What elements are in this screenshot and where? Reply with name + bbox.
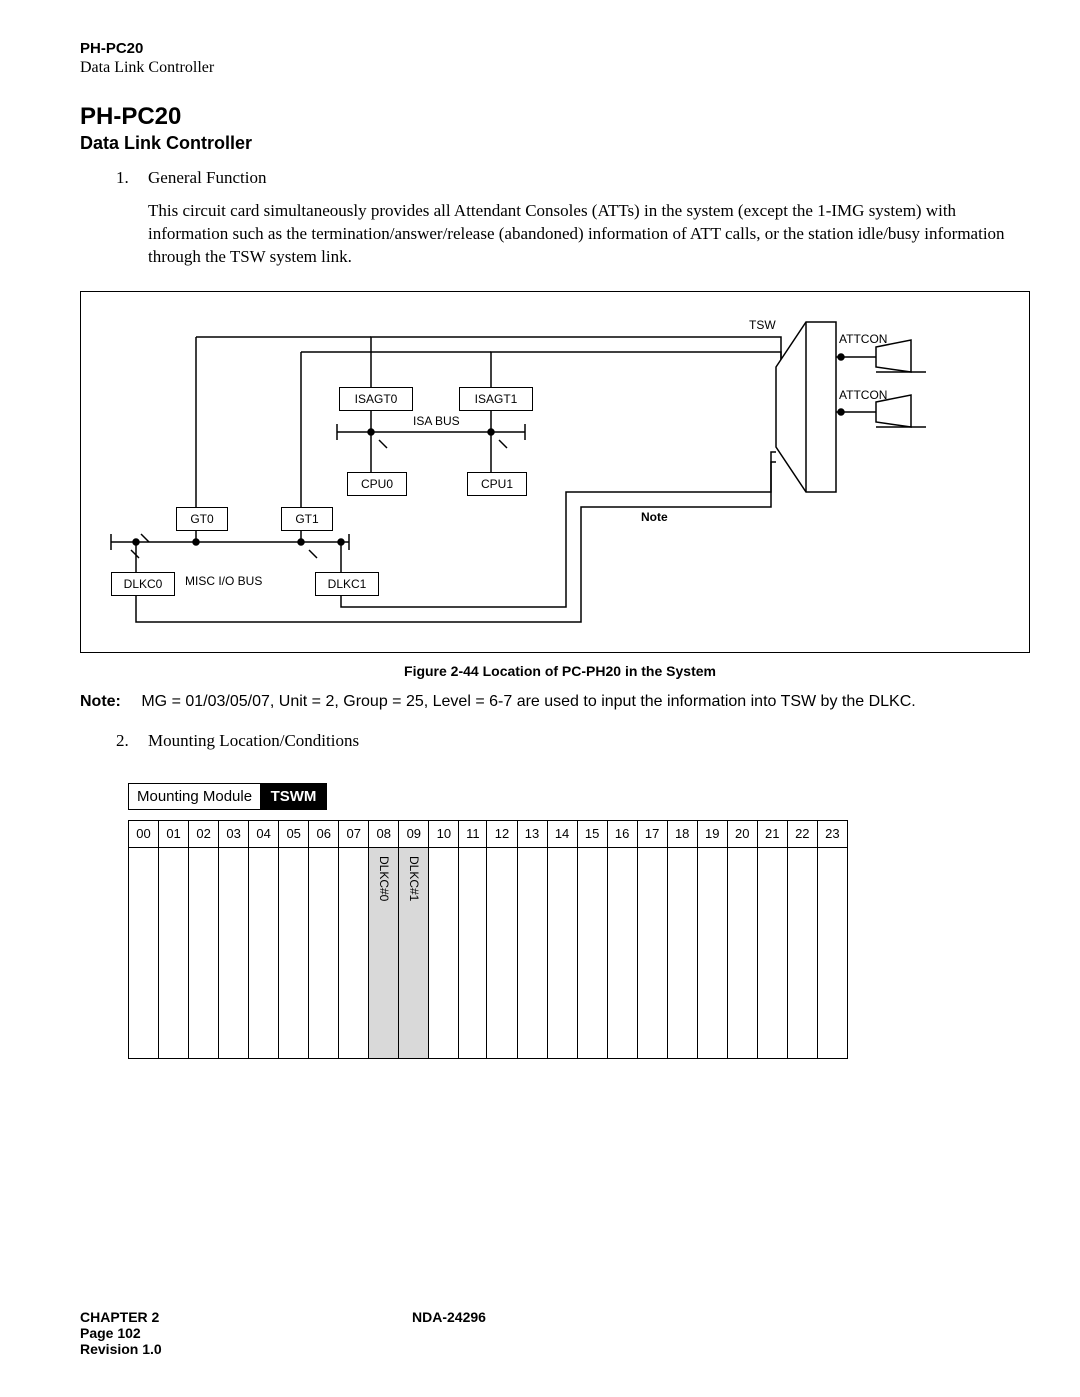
diagram-misc-io-label: MISC I/O BUS	[185, 574, 262, 588]
diagram-dlkc0: DLKC0	[111, 572, 175, 596]
slot-08-label: DLKC#0	[377, 848, 391, 901]
slot-header: 18	[667, 820, 697, 847]
slot-cell	[129, 847, 159, 1058]
slot-header: 10	[429, 820, 459, 847]
slot-header: 08	[369, 820, 399, 847]
note-label: Note:	[80, 693, 121, 710]
slot-cell	[487, 847, 517, 1058]
diagram-dlkc1: DLKC1	[315, 572, 379, 596]
slot-cell	[279, 847, 309, 1058]
mounting-module-badge: TSWM	[260, 783, 328, 810]
note-text: MG = 01/03/05/07, Unit = 2, Group = 25, …	[141, 693, 915, 710]
slot-cell	[189, 847, 219, 1058]
slot-header: 23	[817, 820, 847, 847]
slot-header: 13	[517, 820, 547, 847]
list-number-1: 1.	[116, 168, 148, 188]
diagram-isa-bus-label: ISA BUS	[413, 414, 460, 428]
slot-cell	[159, 847, 189, 1058]
diagram-gt0: GT0	[176, 507, 228, 531]
mounting-module-row: Mounting Module TSWM	[128, 783, 1040, 810]
diagram-note-label: Note	[641, 510, 668, 524]
slot-cell	[727, 847, 757, 1058]
slot-header: 04	[249, 820, 279, 847]
slot-cell	[517, 847, 547, 1058]
slot-cell	[757, 847, 787, 1058]
slot-cell: DLKC#0	[369, 847, 399, 1058]
footer-revision: Revision 1.0	[80, 1341, 162, 1357]
diagram-isagt1: ISAGT1	[459, 387, 533, 411]
slot-header: 07	[339, 820, 369, 847]
figure-caption: Figure 2-44 Location of PC-PH20 in the S…	[80, 663, 1040, 679]
slot-cell	[667, 847, 697, 1058]
diagram-attcon2-label: ATTCON	[839, 388, 887, 402]
running-header-model: PH-PC20	[80, 40, 1040, 57]
list-label-2: Mounting Location/Conditions	[148, 731, 359, 751]
slot-cell	[429, 847, 459, 1058]
slot-cell	[219, 847, 249, 1058]
slot-header: 11	[459, 820, 487, 847]
footer-doc: NDA-24296	[412, 1309, 486, 1325]
slot-cell	[817, 847, 847, 1058]
mounting-module-label: Mounting Module	[128, 783, 261, 810]
slot-header: 01	[159, 820, 189, 847]
slot-header: 15	[577, 820, 607, 847]
page-title-subtitle: Data Link Controller	[80, 133, 1040, 154]
list-number-2: 2.	[116, 731, 148, 751]
diagram-cpu1: CPU1	[467, 472, 527, 496]
slot-header: 06	[309, 820, 339, 847]
diagram-cpu0: CPU0	[347, 472, 407, 496]
slot-cell	[607, 847, 637, 1058]
general-function-body: This circuit card simultaneously provide…	[148, 200, 1040, 269]
diagram-tsw-label: TSW	[749, 318, 776, 332]
slot-header: 21	[757, 820, 787, 847]
slot-header: 09	[399, 820, 429, 847]
slot-cell	[547, 847, 577, 1058]
footer-page: Page 102	[80, 1325, 162, 1341]
slot-cell	[249, 847, 279, 1058]
diagram-isagt0: ISAGT0	[339, 387, 413, 411]
slot-cell	[459, 847, 487, 1058]
note-row: Note: MG = 01/03/05/07, Unit = 2, Group …	[80, 693, 1040, 711]
slot-header: 20	[727, 820, 757, 847]
slot-header: 19	[697, 820, 727, 847]
page-footer: CHAPTER 2 NDA-24296 Page 102 Revision 1.…	[80, 1309, 162, 1357]
slot-header: 12	[487, 820, 517, 847]
slot-header: 17	[637, 820, 667, 847]
slot-cell: DLKC#1	[399, 847, 429, 1058]
page-title-model: PH-PC20	[80, 103, 1040, 131]
slot-cell	[697, 847, 727, 1058]
slot-header: 03	[219, 820, 249, 847]
slot-09-label: DLKC#1	[407, 848, 421, 901]
slot-cell	[339, 847, 369, 1058]
slot-header: 05	[279, 820, 309, 847]
slot-cell	[309, 847, 339, 1058]
slot-table: 0001020304050607080910111213141516171819…	[128, 820, 848, 1059]
slot-header: 02	[189, 820, 219, 847]
slot-header: 16	[607, 820, 637, 847]
list-label-1: General Function	[148, 168, 267, 188]
diagram-gt1: GT1	[281, 507, 333, 531]
slot-header: 14	[547, 820, 577, 847]
system-diagram: ISAGT0 ISAGT1 ISA BUS CPU0 CPU1 GT0 GT1 …	[80, 291, 1030, 653]
slot-header: 22	[787, 820, 817, 847]
diagram-attcon1-label: ATTCON	[839, 332, 887, 346]
slot-cell	[577, 847, 607, 1058]
footer-chapter: CHAPTER 2	[80, 1309, 159, 1325]
slot-cell	[637, 847, 667, 1058]
slot-header: 00	[129, 820, 159, 847]
slot-cell	[787, 847, 817, 1058]
running-header-subtitle: Data Link Controller	[80, 59, 1040, 77]
